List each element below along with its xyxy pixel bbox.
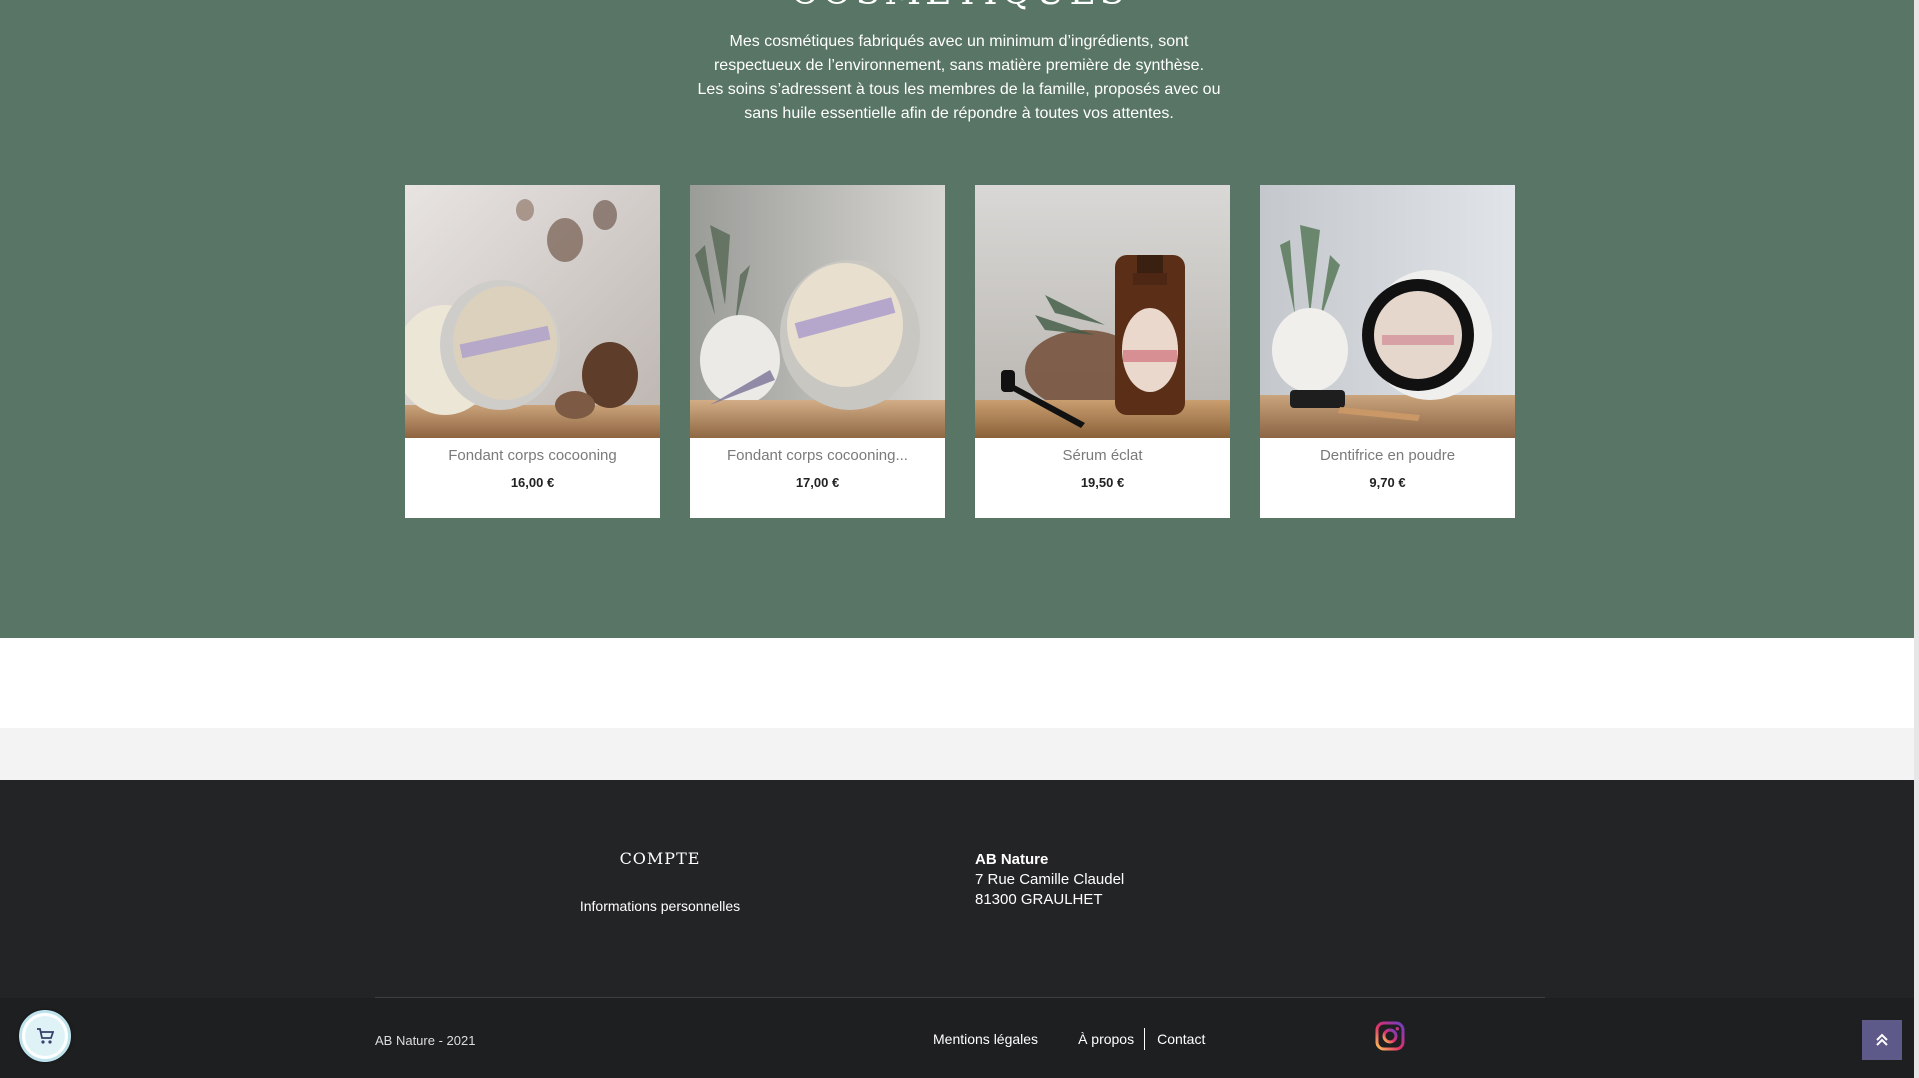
product-image[interactable] bbox=[1260, 185, 1515, 438]
intro-line: sans huile essentielle afin de répondre … bbox=[744, 105, 1174, 122]
product-name[interactable]: Sérum éclat bbox=[975, 444, 1230, 468]
cosmetics-section: COSMÉTIQUES Mes cosmétiques fabriqués av… bbox=[0, 0, 1919, 638]
product-name[interactable]: Fondant corps cocooning... bbox=[690, 444, 945, 468]
product-price: 16,00 € bbox=[510, 475, 555, 490]
product-name[interactable]: Fondant corps cocooning bbox=[405, 444, 660, 468]
pre-footer-band bbox=[0, 728, 1919, 780]
product-image[interactable] bbox=[405, 185, 660, 438]
intro-line: Mes cosmétiques fabriqués avec un minimu… bbox=[729, 33, 1189, 50]
footer-bottom-bar: AB Nature - 2021 Mentions légales À prop… bbox=[0, 998, 1919, 1078]
intro-line: Les soins s’adressent à tous les membres… bbox=[697, 81, 1221, 98]
product-image[interactable] bbox=[975, 185, 1230, 438]
back-to-top-button[interactable] bbox=[1862, 1020, 1902, 1060]
product-price: 9,70 € bbox=[1369, 475, 1406, 490]
product-name[interactable]: Dentifrice en poudre bbox=[1260, 444, 1515, 468]
product-card[interactable]: Sérum éclat 19,50 € bbox=[975, 185, 1230, 518]
product-price: 17,00 € bbox=[795, 475, 840, 490]
product-grid: Fondant corps cocooning 16,00 € Fondant … bbox=[405, 185, 1515, 518]
cart-button[interactable] bbox=[19, 1010, 71, 1062]
cart-icon-wrap bbox=[25, 1016, 65, 1056]
about-link[interactable]: À propos bbox=[1078, 1031, 1134, 1047]
double-chevron-up-icon bbox=[1876, 1033, 1888, 1046]
link-separator bbox=[1144, 1028, 1146, 1050]
product-image[interactable] bbox=[690, 185, 945, 438]
site-footer: COMPTE Informations personnelles AB Natu… bbox=[0, 780, 1919, 1078]
personal-info-link[interactable]: Informations personnelles bbox=[560, 898, 760, 914]
company-name: AB Nature bbox=[975, 851, 1049, 868]
spacer-band bbox=[0, 638, 1919, 728]
product-card[interactable]: Fondant corps cocooning... 17,00 € bbox=[690, 185, 945, 518]
scrollbar[interactable] bbox=[1914, 0, 1919, 1078]
intro-line: respectueux de l’environnement, sans mat… bbox=[713, 57, 1205, 74]
account-heading: COMPTE bbox=[619, 849, 701, 868]
product-card[interactable]: Dentifrice en poudre 9,70 € bbox=[1260, 185, 1515, 518]
cart-icon bbox=[37, 1028, 54, 1044]
footer-links: Mentions légales À propos Contact bbox=[933, 1026, 1205, 1052]
copyright: AB Nature - 2021 bbox=[375, 1033, 476, 1048]
instagram-icon[interactable] bbox=[1375, 1021, 1405, 1051]
section-intro: Mes cosmétiques fabriqués avec un minimu… bbox=[689, 30, 1229, 126]
store-address: AB Nature 7 Rue Camille Claudel 81300 GR… bbox=[975, 850, 1124, 910]
contact-link[interactable]: Contact bbox=[1157, 1031, 1205, 1047]
address-street: 7 Rue Camille Claudel bbox=[975, 871, 1125, 888]
product-price: 19,50 € bbox=[1080, 475, 1125, 490]
address-city: 81300 GRAULHET bbox=[975, 891, 1103, 908]
product-card[interactable]: Fondant corps cocooning 16,00 € bbox=[405, 185, 660, 518]
legal-notice-link[interactable]: Mentions légales bbox=[933, 1031, 1038, 1047]
section-heading: COSMÉTIQUES bbox=[0, 0, 1919, 13]
